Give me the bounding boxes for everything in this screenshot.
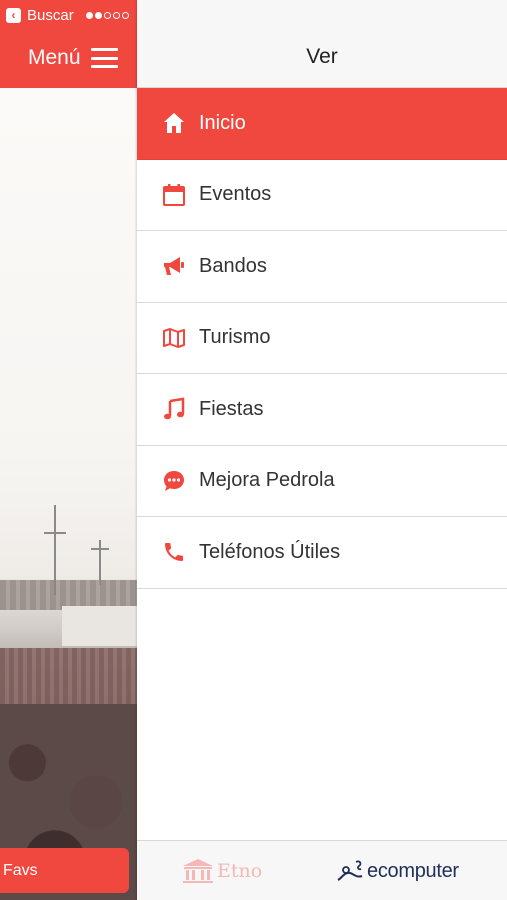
- etno-logo[interactable]: Etno: [181, 855, 262, 887]
- menu-item-label: Teléfonos Útiles: [199, 540, 341, 563]
- menu-item-label: Fiestas: [199, 397, 264, 420]
- menu-item-label: Mejora Pedrola: [199, 469, 335, 492]
- calendar-icon: [161, 182, 187, 208]
- antenna: [99, 540, 101, 585]
- house-wall: [62, 606, 137, 646]
- menu-item-label: Bandos: [199, 254, 267, 277]
- menu-item-mejora-pedrola[interactable]: Mejora Pedrola: [137, 445, 507, 517]
- footer-bar: Etno ecomputer: [137, 840, 507, 900]
- menu-item-inicio[interactable]: Inicio: [137, 88, 507, 160]
- signal-strength-icon: [85, 11, 131, 19]
- music-note-icon: [161, 396, 187, 422]
- home-icon: [161, 110, 187, 136]
- ecomputer-mark-icon: [337, 860, 363, 881]
- menu-item-fiestas[interactable]: Fiestas: [137, 374, 507, 446]
- favs-button[interactable]: Favs: [0, 848, 129, 893]
- menu-list: Inicio Eventos Bandos Turismo Fiestas Me…: [137, 88, 507, 589]
- etno-logo-text: Etno: [217, 860, 263, 882]
- ecomputer-logo-text: ecomputer: [367, 859, 459, 882]
- chat-bubble-icon: [161, 468, 187, 494]
- left-header: ‹ Buscar Menú: [0, 0, 137, 88]
- menu-button-label: Menú: [28, 46, 81, 69]
- menu-item-label: Turismo: [199, 326, 271, 349]
- menu-item-eventos[interactable]: Eventos: [137, 159, 507, 231]
- back-to-search-link[interactable]: Buscar: [27, 7, 74, 24]
- menu-item-turismo[interactable]: Turismo: [137, 302, 507, 374]
- menu-item-label: Eventos: [199, 183, 272, 206]
- background-screen: ‹ Buscar Menú Favs: [0, 0, 137, 900]
- antenna: [91, 548, 109, 550]
- ecomputer-logo[interactable]: ecomputer: [336, 855, 459, 887]
- phone-icon: [161, 539, 187, 565]
- back-arrow-icon[interactable]: ‹: [6, 7, 21, 23]
- antenna: [44, 532, 66, 534]
- panel-title: Ver: [306, 45, 338, 68]
- hamburger-icon: [90, 48, 118, 68]
- museum-icon: [183, 859, 213, 883]
- megaphone-icon: [161, 253, 187, 279]
- roof-tiles: [0, 648, 137, 704]
- menu-item-label: Inicio: [199, 111, 246, 134]
- map-icon: [161, 325, 187, 351]
- menu-button[interactable]: Menú: [28, 44, 118, 72]
- side-menu-panel: Ver Inicio Eventos Bandos Turismo Fiesta…: [137, 0, 507, 900]
- panel-header: Ver: [137, 0, 507, 88]
- menu-item-bandos[interactable]: Bandos: [137, 231, 507, 303]
- menu-item-telefonos-utiles[interactable]: Teléfonos Útiles: [137, 517, 507, 589]
- status-bar-left: ‹ Buscar: [6, 5, 131, 25]
